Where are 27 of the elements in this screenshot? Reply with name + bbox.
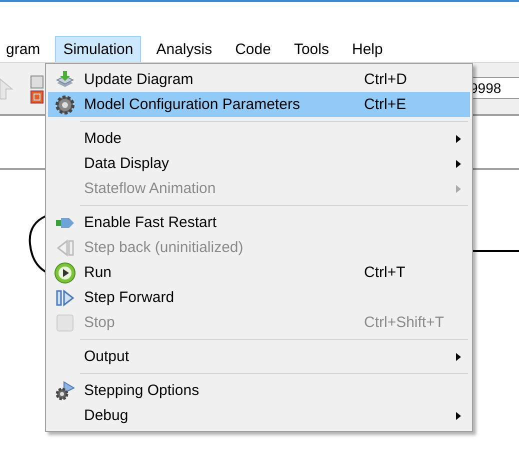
gear-icon (55, 94, 75, 114)
menu-bar-item[interactable]: Help (344, 36, 391, 62)
gear-arrow-icon (55, 380, 75, 400)
menu-item[interactable]: Model Configuration Parameters Ctrl+E (48, 92, 470, 117)
menu-item[interactable]: Debug (48, 403, 470, 428)
menu-item[interactable]: Run Ctrl+T (48, 260, 470, 285)
fast-restart-icon (55, 216, 75, 230)
step-forward-icon (55, 288, 75, 306)
download-stack-icon (55, 70, 75, 90)
menu-item[interactable]: Enable Fast Restart (48, 210, 470, 235)
menu-item[interactable]: Step Forward (48, 285, 470, 310)
menu-bar-item[interactable]: Tools (286, 36, 337, 62)
menu-bar-item[interactable]: gram (0, 36, 48, 62)
menu-bar-item[interactable]: Analysis (148, 36, 220, 62)
play-icon (54, 262, 76, 284)
step-back-icon (55, 238, 75, 256)
menu-item[interactable]: Stepping Options (48, 378, 470, 403)
menu-item[interactable]: Output (48, 344, 470, 369)
stop-icon (56, 314, 74, 332)
menu-item[interactable]: Data Display (48, 151, 470, 176)
block-outline-drawing (28, 214, 48, 274)
toolbar-icon[interactable] (30, 75, 44, 105)
menu-item[interactable]: Mode (48, 126, 470, 151)
signal-line (473, 250, 519, 252)
menu-bar-item[interactable]: Code (227, 36, 279, 62)
menu-item[interactable]: Update Diagram Ctrl+D (48, 67, 470, 92)
menu-bar-item[interactable]: Simulation (55, 36, 142, 62)
